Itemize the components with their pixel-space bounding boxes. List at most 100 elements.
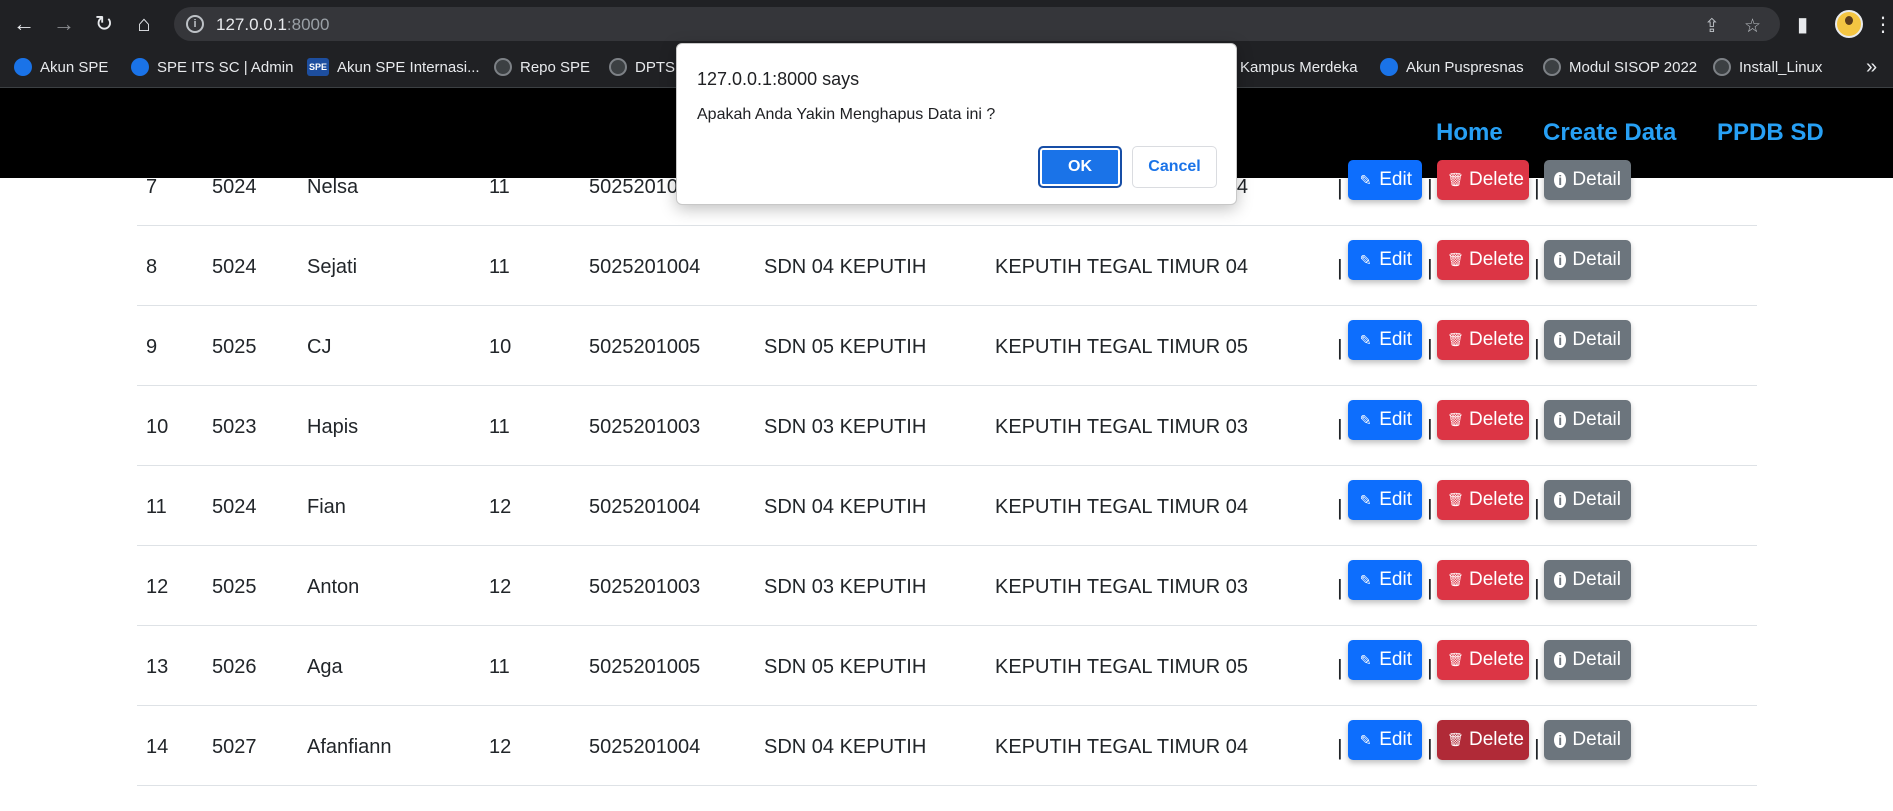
detail-button[interactable]: i Detail: [1544, 560, 1631, 600]
cell-name: CJ: [307, 336, 332, 358]
bookmarks-overflow-icon[interactable]: »: [1866, 56, 1877, 79]
bookmark-item[interactable]: SPE Akun SPE Internasi...: [307, 58, 480, 76]
delete-button-label: Delete: [1469, 649, 1524, 670]
edit-button[interactable]: ✎ Edit: [1348, 160, 1422, 200]
bookmark-item[interactable]: DPTSI: [609, 58, 679, 76]
detail-button[interactable]: i Detail: [1544, 720, 1631, 760]
detail-button[interactable]: i Detail: [1544, 480, 1631, 520]
delete-button[interactable]: 🗑 Delete: [1437, 160, 1529, 200]
cell-name: Aga: [307, 656, 343, 678]
bookmark-item[interactable]: Akun Puspresnas: [1380, 58, 1524, 76]
bookmark-item[interactable]: Install_Linux: [1713, 58, 1822, 76]
home-icon[interactable]: ⌂: [130, 10, 158, 38]
github-favicon-icon: [1543, 58, 1561, 76]
table-row: 9 5025 CJ 10 5025201005 SDN 05 KEPUTIH KEPUTIH…: [137, 306, 1757, 386]
detail-button[interactable]: i Detail: [1544, 160, 1631, 200]
info-icon[interactable]: i: [186, 15, 204, 33]
cell-address: KEPUTIH TEGAL TIMUR 04: [995, 496, 1249, 518]
cell-nrp: 5025201003: [589, 416, 701, 438]
edit-button[interactable]: ✎ Edit: [1348, 560, 1422, 600]
edit-icon: ✎: [1359, 652, 1372, 668]
cell-address: KEPUTIH TEGAL TIMUR 03: [995, 416, 1249, 438]
edit-button-label: Edit: [1379, 729, 1412, 750]
cell-id: 5025: [212, 336, 257, 358]
edit-icon: ✎: [1359, 492, 1372, 508]
cell-school: SDN 03 KEPUTIH: [764, 416, 927, 438]
edit-button[interactable]: ✎ Edit: [1348, 240, 1422, 280]
nav-create-data-link[interactable]: Create Data: [1543, 119, 1676, 147]
delete-button[interactable]: 🗑 Delete: [1437, 560, 1529, 600]
delete-button-label: Delete: [1469, 729, 1524, 750]
delete-button[interactable]: 🗑 Delete: [1437, 640, 1529, 680]
share-icon[interactable]: ⇪: [1704, 15, 1720, 38]
edit-icon: ✎: [1359, 412, 1372, 428]
cell-age: 10: [489, 336, 512, 358]
edit-button-label: Edit: [1379, 649, 1412, 670]
cell-nrp: 5025201005: [589, 336, 701, 358]
cell-no: 7: [146, 176, 158, 198]
cell-school: SDN 04 KEPUTIH: [764, 256, 927, 278]
edit-button[interactable]: ✎ Edit: [1348, 400, 1422, 440]
action-separator: |: [1337, 175, 1343, 200]
edit-icon: ✎: [1359, 252, 1372, 268]
edit-icon: ✎: [1359, 172, 1372, 188]
info-circle-icon: i: [1554, 492, 1567, 508]
dialog-cancel-button[interactable]: Cancel: [1132, 146, 1217, 188]
delete-button-label: Delete: [1469, 569, 1524, 590]
info-circle-icon: i: [1554, 252, 1567, 268]
trash-icon: 🗑: [1447, 732, 1464, 747]
address-bar[interactable]: i 127.0.0.1:8000 ⇪ ☆: [174, 7, 1780, 41]
action-separator: |: [1337, 735, 1343, 760]
url-text[interactable]: 127.0.0.1:8000: [216, 15, 329, 35]
edit-button[interactable]: ✎ Edit: [1348, 480, 1422, 520]
action-separator: |: [1427, 255, 1433, 280]
cell-address: KEPUTIH TEGAL TIMUR 04: [995, 736, 1249, 758]
delete-button[interactable]: 🗑 Delete: [1437, 320, 1529, 360]
bookmark-item[interactable]: Modul SISOP 2022: [1543, 58, 1697, 76]
bookmark-item[interactable]: Akun SPE: [14, 58, 108, 76]
cell-age: 11: [489, 256, 510, 278]
cell-age: 12: [489, 576, 512, 598]
dialog-ok-button[interactable]: OK: [1038, 146, 1122, 188]
dialog-title: 127.0.0.1:8000 says: [697, 69, 860, 89]
sidepanel-icon[interactable]: ▮: [1797, 12, 1808, 37]
cell-id: 5024: [212, 496, 257, 518]
delete-button[interactable]: 🗑 Delete: [1437, 240, 1529, 280]
cell-age: 11: [489, 656, 510, 678]
detail-button-label: Detail: [1572, 409, 1621, 430]
action-separator: |: [1427, 495, 1433, 520]
profile-avatar[interactable]: [1835, 10, 1863, 38]
nav-home-link[interactable]: Home: [1436, 119, 1503, 147]
detail-button-label: Detail: [1572, 569, 1621, 590]
trash-icon: 🗑: [1447, 492, 1464, 507]
detail-button[interactable]: i Detail: [1544, 320, 1631, 360]
cell-name: Fian: [307, 496, 346, 518]
confirm-dialog: 127.0.0.1:8000 says Apakah Anda Yakin Me…: [676, 43, 1237, 205]
delete-button[interactable]: 🗑 Delete: [1437, 400, 1529, 440]
detail-button[interactable]: i Detail: [1544, 640, 1631, 680]
edit-button[interactable]: ✎ Edit: [1348, 640, 1422, 680]
detail-button[interactable]: i Detail: [1544, 400, 1631, 440]
cell-no: 14: [146, 736, 169, 758]
bookmark-item[interactable]: Repo SPE: [494, 58, 590, 76]
cell-no: 12: [146, 576, 169, 598]
edit-button-label: Edit: [1379, 169, 1412, 190]
bookmark-item[interactable]: SPE ITS SC | Admin: [131, 58, 293, 76]
forward-icon[interactable]: →: [50, 10, 78, 38]
reload-icon[interactable]: ↻: [90, 10, 118, 38]
edit-button[interactable]: ✎ Edit: [1348, 320, 1422, 360]
edit-button[interactable]: ✎ Edit: [1348, 720, 1422, 760]
back-icon[interactable]: ←: [10, 10, 38, 38]
star-icon[interactable]: ☆: [1744, 15, 1761, 38]
trash-icon: 🗑: [1447, 572, 1464, 587]
detail-button[interactable]: i Detail: [1544, 240, 1631, 280]
cell-id: 5024: [212, 176, 257, 198]
delete-button[interactable]: 🗑 Delete: [1437, 720, 1529, 760]
info-circle-icon: i: [1554, 572, 1567, 588]
nav-ppdb-link[interactable]: PPDB SD: [1717, 119, 1824, 147]
delete-button[interactable]: 🗑 Delete: [1437, 480, 1529, 520]
cell-id: 5026: [212, 656, 257, 678]
menu-icon[interactable]: ⋮: [1873, 12, 1893, 37]
cell-nrp: 5025201003: [589, 576, 701, 598]
action-separator: |: [1427, 575, 1433, 600]
